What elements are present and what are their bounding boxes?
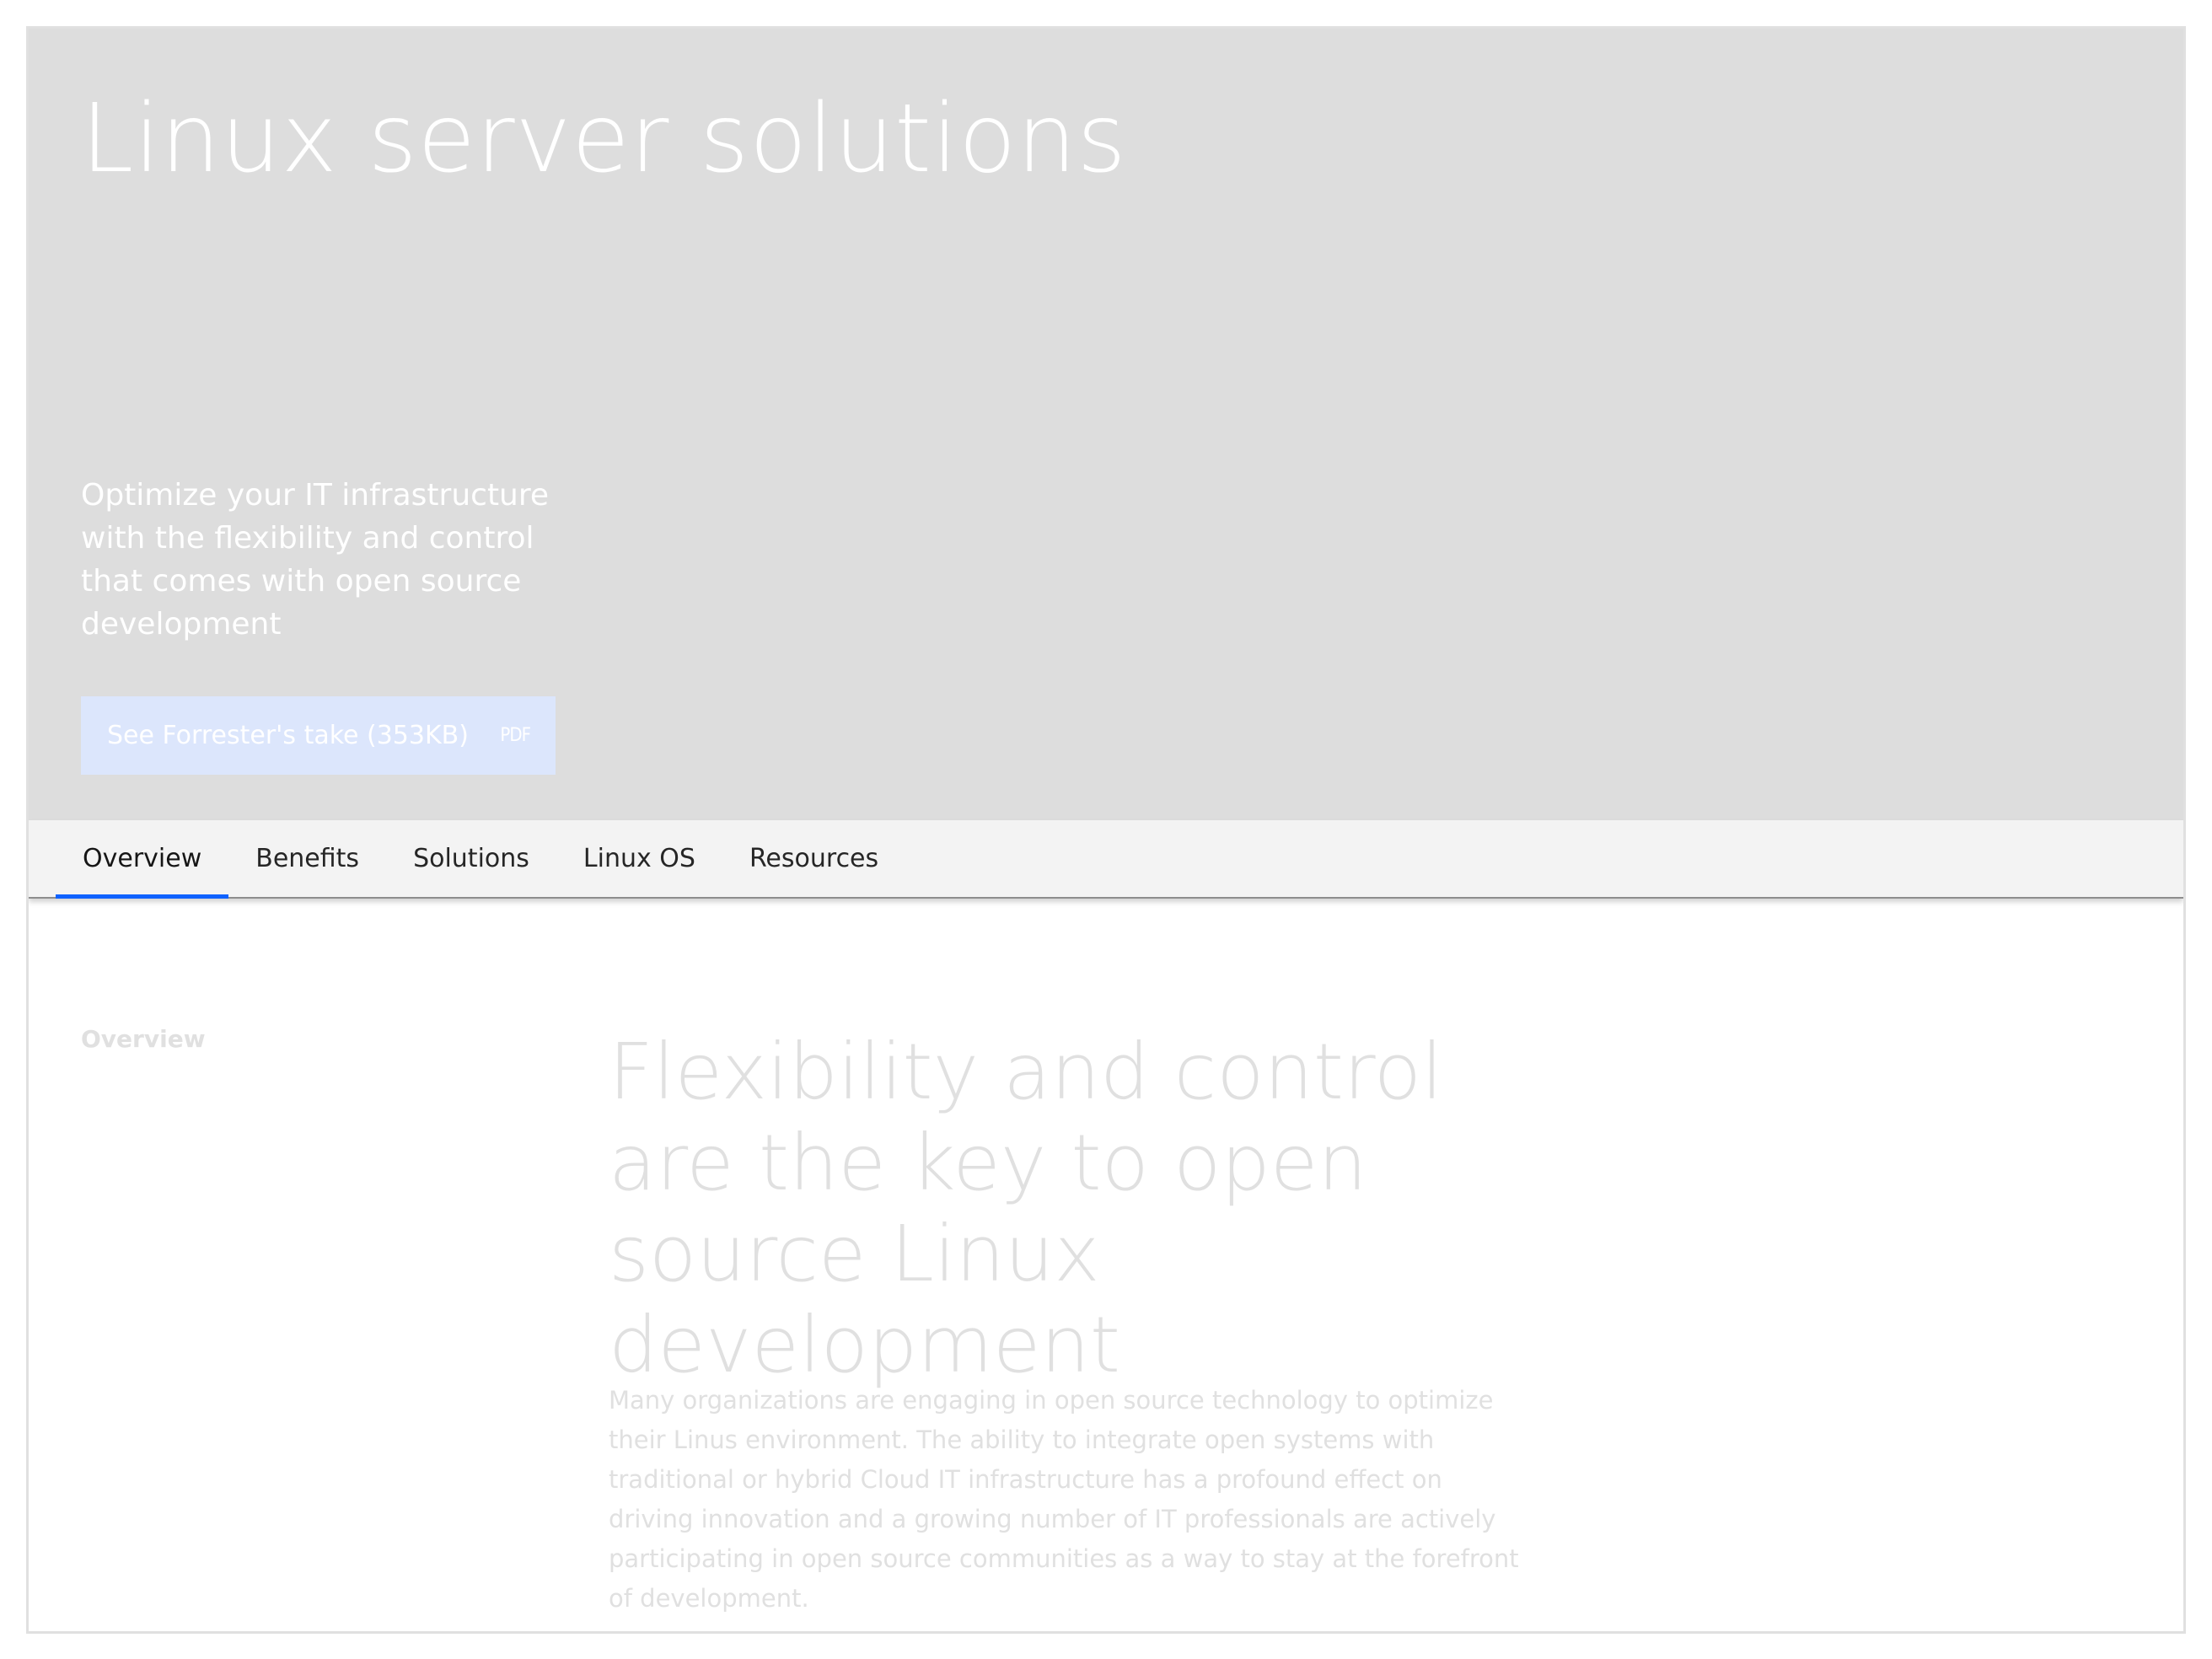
cta-label: See Forrester's take (353KB) bbox=[107, 721, 469, 750]
hero-banner: Linux server solutions Optimize your IT … bbox=[29, 29, 2183, 820]
hero-subtitle: Optimize your IT infrastructure with the… bbox=[81, 478, 550, 642]
section-heading: Flexibility and control are the key to o… bbox=[609, 1027, 1443, 1390]
section-body-text: Many organizations are engaging in open … bbox=[609, 1386, 1519, 1613]
page-title: Linux server solutions bbox=[81, 84, 1127, 194]
page-frame: Linux server solutions Optimize your IT … bbox=[26, 26, 2186, 1634]
tab-benefits[interactable]: Benefits bbox=[228, 820, 386, 897]
overview-section: Overview Flexibility and control are the… bbox=[29, 899, 2183, 1631]
tab-linux-os[interactable]: Linux OS bbox=[556, 820, 722, 897]
pdf-icon: PDF bbox=[500, 725, 531, 746]
section-side-label: Overview bbox=[81, 1025, 206, 1053]
tab-resources[interactable]: Resources bbox=[722, 820, 905, 897]
forrester-download-button[interactable]: See Forrester's take (353KB) PDF bbox=[81, 696, 556, 775]
section-tab-bar: Overview Benefits Solutions Linux OS Res… bbox=[29, 820, 2183, 899]
tab-overview[interactable]: Overview bbox=[56, 820, 229, 899]
tab-solutions[interactable]: Solutions bbox=[386, 820, 556, 897]
